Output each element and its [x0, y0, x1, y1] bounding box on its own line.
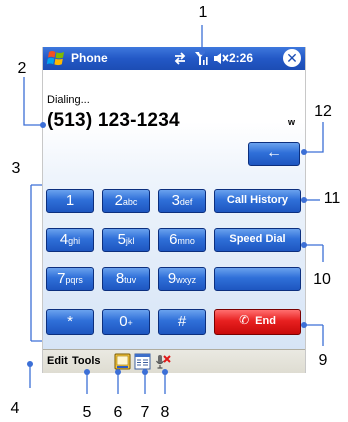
callout-10: 10	[313, 271, 331, 288]
callout-11: 11	[323, 190, 341, 207]
callout-8: 8	[160, 404, 170, 421]
callout-3: 3	[11, 160, 21, 177]
callout-6: 6	[113, 404, 123, 421]
callout-7: 7	[140, 404, 150, 421]
callout-5: 5	[82, 404, 92, 421]
callout-lines	[23, 25, 324, 394]
callout-2: 2	[17, 60, 27, 77]
callout-12: 12	[314, 103, 332, 120]
callout-9: 9	[318, 352, 328, 369]
callout-4: 4	[10, 400, 20, 417]
callout-1: 1	[198, 4, 208, 21]
